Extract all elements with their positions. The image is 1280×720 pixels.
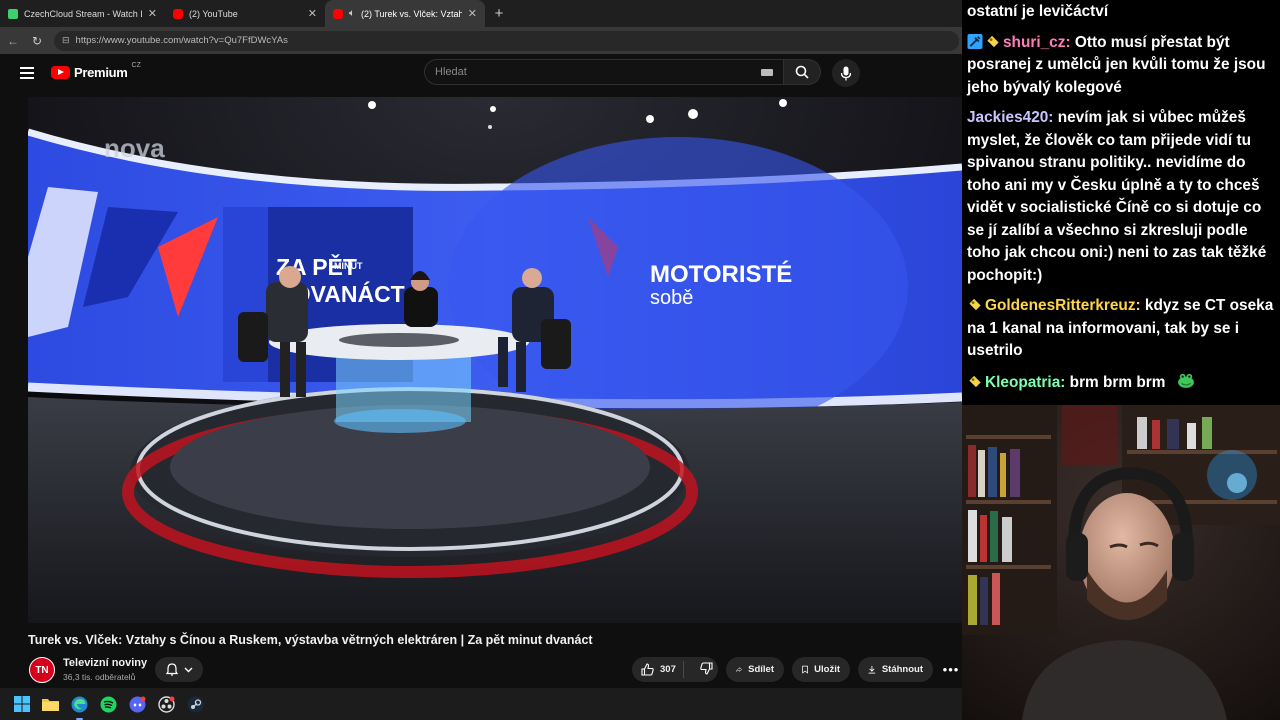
moderator-badge-icon xyxy=(967,33,983,49)
save-button[interactable]: Uložit xyxy=(792,657,850,682)
download-label: Stáhnout xyxy=(881,664,923,675)
discord-icon[interactable] xyxy=(128,695,147,714)
nova-logo-text: nova xyxy=(104,133,165,163)
like-count: 307 xyxy=(660,664,676,675)
stream-chat-panel: ostatní je levičáctví shuri_cz: Otto mus… xyxy=(962,0,1280,405)
share-label: Sdílet xyxy=(748,664,774,675)
close-tab-icon[interactable]: ✕ xyxy=(468,7,477,20)
url-input[interactable]: ⊟ https://www.youtube.com/watch?v=Qu7FfD… xyxy=(54,30,959,51)
chat-message: ostatní je levičáctví xyxy=(967,1,1275,24)
chat-username[interactable]: Jackies420: xyxy=(967,109,1053,126)
file-explorer-icon[interactable] xyxy=(41,695,60,714)
reload-icon[interactable]: ↻ xyxy=(30,34,44,48)
webcam-feed xyxy=(962,405,1280,720)
subscriber-count: 36,3 tis. odběratelů xyxy=(63,672,136,682)
browser-tab-youtube[interactable]: (2) YouTube ✕ xyxy=(165,0,325,27)
chat-username[interactable]: shuri_cz: xyxy=(1003,34,1071,51)
country-code: CZ xyxy=(131,62,141,69)
keyboard-icon[interactable] xyxy=(761,69,773,76)
channel-name[interactable]: Televizní noviny xyxy=(63,657,147,669)
frog-emote-icon xyxy=(1177,373,1194,388)
browser-tab-bar: CzechCloud Stream - Watch Live o ✕ (2) Y… xyxy=(0,0,962,27)
bookmark-icon xyxy=(802,665,808,674)
video-title: Turek vs. Vlček: Vztahy s Čínou a Ruskem… xyxy=(28,633,593,647)
tab-title: (2) YouTube xyxy=(189,8,238,19)
address-bar-row: ← ↻ ⊟ https://www.youtube.com/watch?v=Qu… xyxy=(0,27,962,54)
microphone-icon xyxy=(840,66,852,80)
video-frame: nova ZA PĚT MINUT DVANÁCT MOTORISTÉ sobě xyxy=(28,97,962,623)
tab-title: (2) Turek vs. Vlček: Vztahy s Č xyxy=(361,8,462,19)
spotify-icon[interactable] xyxy=(99,695,118,714)
show-logo-minut: MINUT xyxy=(334,261,363,271)
edge-browser-icon[interactable] xyxy=(70,695,89,720)
chat-message: GoldenesRitterkreuz: kdyz se CT oseka na… xyxy=(967,295,1275,363)
back-arrow-icon[interactable]: ← xyxy=(6,34,20,48)
youtube-header: Premium CZ Hledat xyxy=(0,54,962,96)
windows-taskbar xyxy=(0,688,962,720)
search-placeholder: Hledat xyxy=(435,66,467,78)
close-tab-icon[interactable]: ✕ xyxy=(148,7,157,20)
video-player[interactable]: nova ZA PĚT MINUT DVANÁCT MOTORISTÉ sobě xyxy=(28,97,962,623)
new-tab-button[interactable]: + xyxy=(485,0,513,27)
subscriber-badge-icon xyxy=(969,298,981,311)
search-button[interactable] xyxy=(783,59,821,85)
youtube-play-logo-icon xyxy=(51,66,70,79)
thumbs-down-icon xyxy=(700,661,713,675)
chat-username[interactable]: GoldenesRitterkreuz: xyxy=(985,297,1141,314)
voice-search-button[interactable] xyxy=(832,59,860,87)
download-icon xyxy=(868,665,876,674)
subscriber-badge-icon xyxy=(987,35,999,47)
windows-start-icon[interactable] xyxy=(12,695,31,714)
screen-logo-line1: MOTORISTÉ xyxy=(650,260,792,288)
bell-icon xyxy=(165,663,178,676)
tab-title: CzechCloud Stream - Watch Live o xyxy=(24,8,142,19)
menu-hamburger-icon[interactable] xyxy=(20,67,34,79)
chat-message-text: ostatní je levičáctví xyxy=(967,3,1109,20)
like-button[interactable]: 307 xyxy=(632,661,684,678)
chat-username[interactable]: Kleopatria: xyxy=(985,374,1065,391)
share-icon xyxy=(736,666,743,673)
url-text: https://www.youtube.com/watch?v=Qu7FfDWc… xyxy=(75,35,288,46)
dislike-button[interactable] xyxy=(690,661,713,678)
download-button[interactable]: Stáhnout xyxy=(858,657,933,682)
czechcloud-favicon-icon xyxy=(8,8,18,19)
search-input[interactable]: Hledat xyxy=(424,59,784,85)
share-button[interactable]: Sdílet xyxy=(726,657,784,682)
thumbs-up-icon xyxy=(641,663,654,676)
webcam-image xyxy=(962,405,1280,720)
youtube-favicon-icon xyxy=(173,8,183,19)
site-info-icon[interactable]: ⊟ xyxy=(62,35,70,46)
browser-tab-active-video[interactable]: 🔈︎ (2) Turek vs. Vlček: Vztahy s Č ✕ xyxy=(325,0,485,27)
obs-icon[interactable] xyxy=(157,695,176,714)
close-tab-icon[interactable]: ✕ xyxy=(308,7,317,20)
notification-bell-button[interactable] xyxy=(155,657,203,682)
subscriber-badge-icon xyxy=(969,375,981,387)
chat-message: shuri_cz: Otto musí přestat být posranej… xyxy=(967,32,1275,100)
screen-logo-line2: sobě xyxy=(650,287,693,309)
chat-message-text: nevím jak si vůbec můžeš myslet, že člov… xyxy=(967,109,1267,284)
chat-message: Kleopatria: brm brm brm xyxy=(967,371,1275,395)
steam-icon[interactable] xyxy=(186,695,205,714)
brand-name: Premium xyxy=(74,65,128,80)
channel-avatar[interactable]: TN xyxy=(29,657,55,683)
show-logo-line2: DVANÁCT xyxy=(294,280,405,307)
youtube-favicon-icon xyxy=(333,8,343,19)
more-actions-icon[interactable]: ••• xyxy=(940,657,962,682)
save-label: Uložit xyxy=(814,664,840,675)
chevron-down-icon xyxy=(184,667,192,672)
browser-tab-czechcloud[interactable]: CzechCloud Stream - Watch Live o ✕ xyxy=(0,0,165,27)
speaker-icon[interactable]: 🔈︎ xyxy=(349,8,355,19)
chat-message-text: brm brm brm xyxy=(1065,373,1166,391)
search-icon xyxy=(795,65,809,79)
like-dislike-group: 307 xyxy=(632,657,718,682)
chat-message: Jackies420: nevím jak si vůbec můžeš mys… xyxy=(967,107,1275,287)
youtube-premium-logo[interactable]: Premium CZ xyxy=(51,62,141,80)
